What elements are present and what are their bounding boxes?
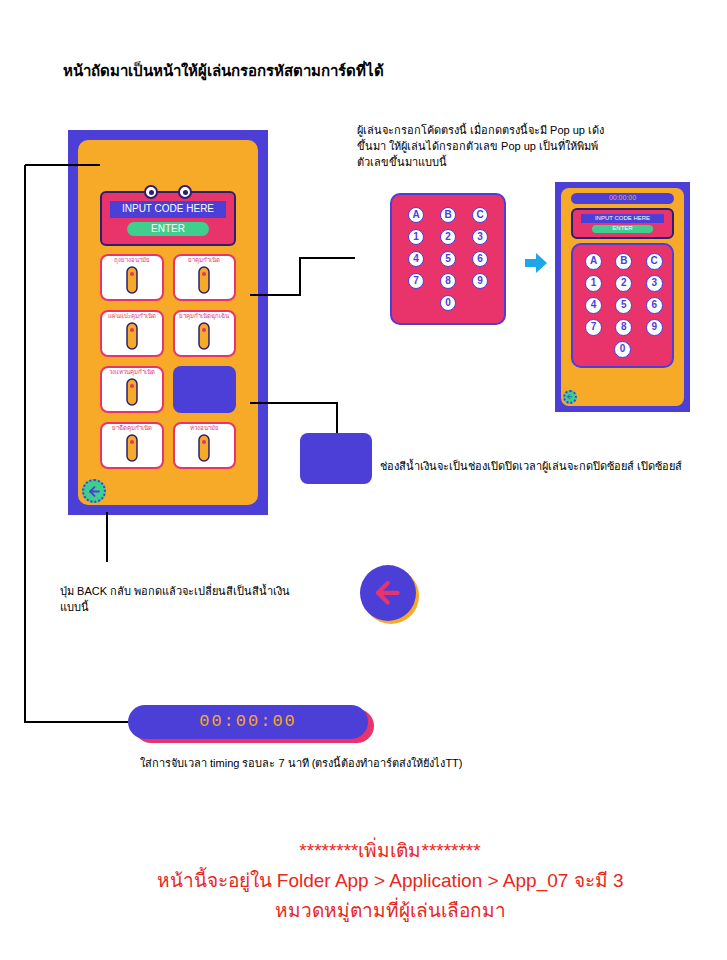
keypad-key[interactable]: 3 [646,275,663,292]
contraceptive-card[interactable]: ยาฉีดคุมกำเนิด [100,422,164,469]
contraceptive-card[interactable]: ยาคุมกำเนิดฉุกเฉิน [173,310,237,357]
sound-toggle[interactable] [173,366,237,413]
timer-bar: 00:00:00 [571,193,674,204]
enter-button[interactable]: ENTER [127,222,209,237]
keypad-key[interactable]: 7 [585,319,602,336]
contraceptive-card[interactable]: ถุงยางอนามัย [100,254,164,301]
keypad-key[interactable]: 2 [440,229,456,245]
eyes-icon [100,185,236,199]
keypad-key[interactable]: 8 [440,273,456,289]
item-icon [194,265,214,295]
back-button[interactable] [563,390,577,404]
extra-note: ********เพิ่มเติม********หน้านี้จะอยู่ใน… [60,836,720,926]
main-screen: INPUT CODE HERE ENTER ถุงยางอนามัยยาคุมกำเ… [68,130,268,515]
keypad-key[interactable]: 6 [646,297,663,314]
card-grid: ถุงยางอนามัยยาคุมกำเนิดแผ่นแปะคุมกำเนิดย… [100,254,236,469]
enter-button[interactable]: ENTER [592,225,652,233]
keypad-popup: ABC 123 456 7890 [390,193,506,325]
keypad-key[interactable]: 4 [408,251,424,267]
arrow-right-icon [525,252,547,274]
page: หน้าถัดมาเป็นหน้าให้ผู้เล่นกรอกรหัสตามกา… [0,0,727,960]
back-note: ปุ่ม BACK กลับ พอกดแล้วจะเปลี่ยนสีเป็นสี… [60,583,350,615]
back-button[interactable] [82,479,106,503]
keypad-key[interactable]: 8 [615,319,632,336]
keypad-key[interactable]: 1 [408,229,424,245]
page-heading: หน้าถัดมาเป็นหน้าให้ผู้เล่นกรอกรหัสตามกา… [63,60,384,83]
keypad-key[interactable]: 5 [615,297,632,314]
keypad-key[interactable]: 9 [472,273,488,289]
toggle-note: ช่องสีน้ำเงินจะเป็นช่องเปิดปิดเวลาผู้เล่… [380,458,720,474]
contraceptive-card[interactable]: แผ่นแปะคุมกำเนิด [100,310,164,357]
arrow-left-icon [87,484,102,499]
item-icon [122,433,142,463]
contraceptive-card[interactable]: วงแหวนคุมกำเนิด [100,366,164,413]
code-panel: INPUT CODE HERE ENTER [100,191,236,246]
keypad-key[interactable]: B [440,207,456,223]
keypad-key[interactable]: 1 [585,275,602,292]
keypad-popup: ABC 123 456 7890 [571,243,674,368]
timer-display: 00:00:00 [128,705,368,739]
code-input[interactable]: INPUT CODE HERE [110,201,226,218]
keypad-key[interactable]: 3 [472,229,488,245]
arrow-left-icon [371,576,405,610]
keypad-key[interactable]: 6 [472,251,488,267]
keypad-key[interactable]: B [615,253,632,270]
code-input[interactable]: INPUT CODE HERE [581,214,664,224]
keypad-key[interactable]: A [408,207,424,223]
contraceptive-card[interactable]: ยาคุมกำเนิด [173,254,237,301]
keypad-key[interactable]: A [585,253,602,270]
keypad-key[interactable]: 9 [646,319,663,336]
item-icon [122,321,142,351]
item-icon [194,433,214,463]
keypad-key[interactable]: 5 [440,251,456,267]
item-icon [194,321,214,351]
keypad-key[interactable]: 0 [440,295,456,311]
timer-note: ใส่การจับเวลา timing รอบละ 7 นาที (ตรงนี… [140,755,660,771]
sound-toggle-sample [300,433,372,484]
item-icon [122,377,142,407]
popup-screen: 00:00:00 INPUT CODE HEREENTER ABC 123 456 789… [555,182,690,412]
keypad-key[interactable]: 4 [585,297,602,314]
back-button[interactable] [360,565,416,621]
keypad-note: ผู้เล่นจะกรอกโค้ดตรงนี้ เมื่อกดตรงนี้จะม… [357,122,697,170]
code-panel: INPUT CODE HEREENTER [571,208,674,239]
contraceptive-card[interactable]: ห่วงอนามัย [173,422,237,469]
keypad-key[interactable]: 0 [614,341,631,358]
keypad-key[interactable]: C [646,253,663,270]
keypad-key[interactable]: 2 [615,275,632,292]
keypad-key[interactable]: C [472,207,488,223]
keypad-key[interactable]: 7 [408,273,424,289]
arrow-left-icon [566,393,574,401]
item-icon [122,265,142,295]
